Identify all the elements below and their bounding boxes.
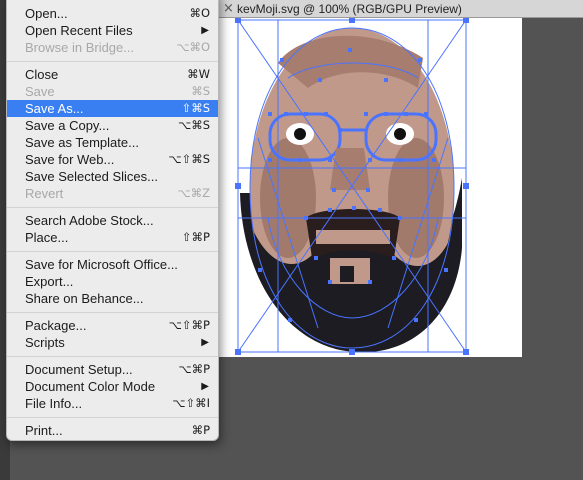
menu-item-label: Scripts <box>25 335 65 350</box>
menu-item-scripts[interactable]: Scripts ▶ <box>7 334 218 351</box>
menu-separator <box>7 251 218 252</box>
document-tab-title: kevMoji.svg @ 100% (RGB/GPU Preview) <box>237 2 462 16</box>
menu-item-save-office[interactable]: Save for Microsoft Office... <box>7 256 218 273</box>
teeth <box>316 230 390 244</box>
menu-shortcut: ⇧⌘P <box>181 230 210 244</box>
menu-item-label: Print... <box>25 423 63 438</box>
menu-item-label: Save <box>25 84 55 99</box>
menu-item-label: Open Recent Files <box>25 23 133 38</box>
menu-shortcut: ⌥⌘P <box>178 362 210 376</box>
menu-item-label: Save Selected Slices... <box>25 169 158 184</box>
menu-item-print[interactable]: Print... ⌘P <box>7 422 218 439</box>
menu-item-save-slices[interactable]: Save Selected Slices... <box>7 168 218 185</box>
menu-item-place[interactable]: Place... ⇧⌘P <box>7 229 218 246</box>
submenu-arrow-icon: ▶ <box>201 25 209 36</box>
menu-separator <box>7 417 218 418</box>
document-tab[interactable]: × kevMoji.svg @ 100% (RGB/GPU Preview) <box>205 0 583 18</box>
file-menu: Open... ⌘O Open Recent Files ▶ Browse in… <box>6 0 219 441</box>
menu-item-revert: Revert ⌥⌘Z <box>7 185 218 202</box>
menu-item-label: Close <box>25 67 59 82</box>
submenu-arrow-icon: ▶ <box>201 337 209 348</box>
cheek-shadow-left <box>260 138 316 258</box>
pupil-left <box>294 128 306 140</box>
menu-item-export[interactable]: Export... <box>7 273 218 290</box>
close-tab-icon[interactable]: × <box>223 1 234 16</box>
menu-item-label: Document Color Mode <box>25 379 156 394</box>
menu-item-label: Search Adobe Stock... <box>25 213 154 228</box>
menu-item-adobe-stock[interactable]: Search Adobe Stock... <box>7 212 218 229</box>
submenu-arrow-icon: ▶ <box>201 381 209 392</box>
menu-item-share-behance[interactable]: Share on Behance... <box>7 290 218 307</box>
menu-item-package[interactable]: Package... ⌥⇧⌘P <box>7 317 218 334</box>
menu-item-label: Place... <box>25 230 69 245</box>
menu-shortcut: ⌥⇧⌘I <box>172 396 210 410</box>
menu-item-file-info[interactable]: File Info... ⌥⇧⌘I <box>7 395 218 412</box>
menu-item-label: Save as Template... <box>25 135 139 150</box>
menu-item-label: Save for Web... <box>25 152 115 167</box>
menu-shortcut: ⇧⌘S <box>181 101 210 115</box>
menu-item-label: File Info... <box>25 396 83 411</box>
menu-shortcut: ⌘W <box>187 67 210 81</box>
menu-item-label: Revert <box>25 186 64 201</box>
menu-item-color-mode[interactable]: Document Color Mode ▶ <box>7 378 218 395</box>
menu-item-label: Document Setup... <box>25 362 133 377</box>
menu-shortcut: ⌥⇧⌘P <box>168 318 210 332</box>
menu-shortcut: ⌘S <box>191 84 210 98</box>
menu-shortcut: ⌥⇧⌘S <box>168 152 210 166</box>
menu-item-open[interactable]: Open... ⌘O <box>7 5 218 22</box>
menu-item-label: Browse in Bridge... <box>25 40 135 55</box>
menu-shortcut: ⌘O <box>189 6 210 20</box>
menu-item-label: Package... <box>25 318 87 333</box>
menu-item-open-recent[interactable]: Open Recent Files ▶ <box>7 22 218 39</box>
menu-separator <box>7 356 218 357</box>
menu-item-save-copy[interactable]: Save a Copy... ⌥⌘S <box>7 117 218 134</box>
menu-item-label: Save As... <box>25 101 84 116</box>
menu-item-label: Share on Behance... <box>25 291 144 306</box>
menu-item-save-web[interactable]: Save for Web... ⌥⇧⌘S <box>7 151 218 168</box>
menu-item-browse-bridge: Browse in Bridge... ⌥⌘O <box>7 39 218 56</box>
menu-item-save-as[interactable]: Save As... ⇧⌘S <box>7 100 218 117</box>
menu-separator <box>7 312 218 313</box>
chin-dark <box>340 266 354 282</box>
menu-separator <box>7 61 218 62</box>
artwork-canvas[interactable] <box>218 18 522 357</box>
menu-shortcut: ⌥⌘O <box>176 40 210 54</box>
menu-item-label: Open... <box>25 6 68 21</box>
menu-shortcut: ⌥⌘Z <box>177 186 210 200</box>
menu-item-close[interactable]: Close ⌘W <box>7 66 218 83</box>
menu-item-save: Save ⌘S <box>7 83 218 100</box>
pupil-right <box>394 128 406 140</box>
menu-item-label: Save for Microsoft Office... <box>25 257 178 272</box>
menu-item-label: Export... <box>25 274 74 289</box>
menu-item-document-setup[interactable]: Document Setup... ⌥⌘P <box>7 361 218 378</box>
menu-item-label: Save a Copy... <box>25 118 110 133</box>
menu-shortcut: ⌘P <box>191 423 210 437</box>
menu-separator <box>7 207 218 208</box>
menu-shortcut: ⌥⌘S <box>177 118 210 132</box>
menu-item-save-template[interactable]: Save as Template... <box>7 134 218 151</box>
